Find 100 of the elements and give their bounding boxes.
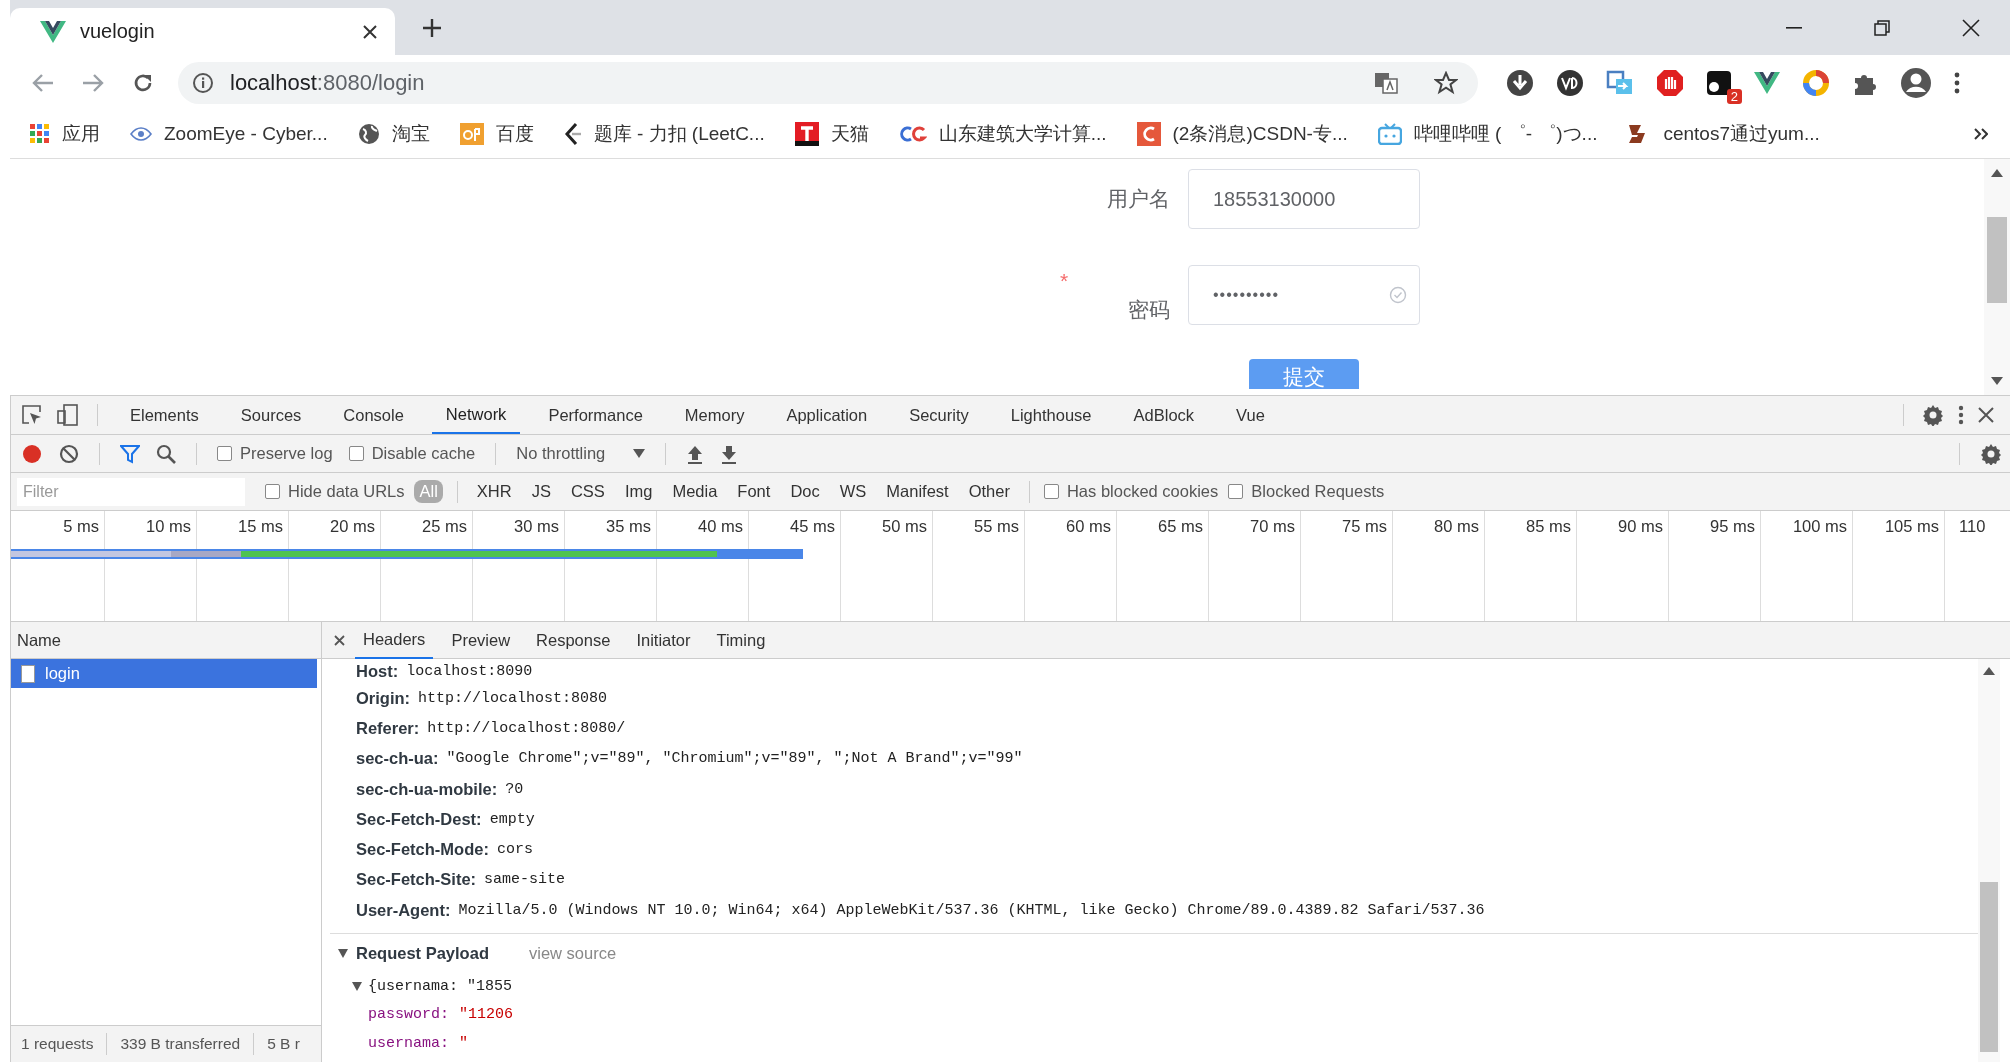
address-bar[interactable]: localhost:8080/login [178, 61, 1478, 104]
devtools-tab[interactable]: Security [895, 396, 983, 434]
minimize-icon[interactable] [1786, 26, 1802, 29]
checkbox[interactable]: Preserve log [217, 444, 333, 463]
detail-tab[interactable]: Initiator [628, 622, 699, 658]
bookmark[interactable]: 淘宝 [357, 121, 430, 147]
overflow-chevron-icon[interactable] [1974, 128, 1988, 140]
filter-field[interactable]: Filter [17, 477, 245, 506]
type-filter[interactable]: Other [963, 480, 1015, 503]
bookmark[interactable]: 山东建筑大学计算... [898, 121, 1107, 147]
scrollbar[interactable] [1984, 159, 2010, 395]
section-toggle[interactable]: Request Payload [338, 943, 489, 963]
translate-icon[interactable] [1374, 71, 1398, 94]
type-filter[interactable]: CSS [565, 480, 610, 503]
devtools-tab[interactable]: AdBlock [1119, 396, 1209, 434]
bookmark[interactable]: 百度 [459, 121, 534, 147]
header-name: User-Agent: [356, 900, 451, 920]
type-filter[interactable]: Img [619, 480, 658, 503]
close-icon[interactable] [334, 634, 345, 646]
more-icon[interactable] [1954, 71, 1960, 94]
bookmark[interactable]: 应用 [30, 121, 100, 147]
detail-tab[interactable]: Timing [708, 622, 774, 658]
download-icon[interactable] [1506, 68, 1534, 97]
devtools-tab[interactable]: Sources [226, 396, 316, 434]
bookmark[interactable]: 哔哩哔哩 ( ゜- ゜)つ... [1377, 121, 1598, 147]
checkbox[interactable]: Has blocked cookies [1043, 482, 1219, 501]
detail-tab[interactable]: Preview [443, 622, 519, 658]
checkbox[interactable]: Hide data URLs [265, 482, 405, 501]
close-icon[interactable] [363, 24, 377, 39]
bookmark[interactable]: centos7通过yum... [1627, 121, 1820, 147]
devtools-tab[interactable]: Vue [1222, 396, 1279, 434]
scroll-down-icon[interactable] [1991, 377, 2003, 385]
settings-icon[interactable] [1980, 442, 2002, 465]
devtools-tab[interactable]: Console [329, 396, 418, 434]
devtools-tab[interactable]: Performance [534, 396, 657, 434]
t-logo-icon [794, 122, 819, 146]
search-icon[interactable] [156, 443, 176, 464]
detail-tab[interactable]: Headers [355, 621, 434, 659]
request-row[interactable]: login [11, 659, 317, 688]
time-tick-label: 80 ms [1434, 517, 1479, 535]
time-tick-label: 105 ms [1884, 517, 1939, 535]
forward-icon[interactable] [82, 72, 104, 93]
bookmark[interactable]: ZoomEye - Cyber... [130, 123, 328, 145]
bookmark[interactable]: 天猫 [794, 121, 869, 147]
type-filter[interactable]: Doc [785, 480, 825, 503]
type-filter[interactable]: JS [526, 480, 556, 503]
type-filter[interactable]: WS [834, 480, 872, 503]
checkbox[interactable]: Disable cache [348, 444, 476, 463]
close-icon[interactable] [1978, 407, 1994, 423]
bookmark[interactable]: (2条消息)CSDN-专... [1136, 121, 1348, 147]
devtools-tab[interactable]: Memory [670, 396, 759, 434]
type-filter[interactable]: Media [667, 480, 723, 503]
star-icon[interactable] [1434, 70, 1458, 95]
grid-icon [30, 124, 50, 144]
payload-summary: {usernama: "1855 [368, 977, 513, 995]
devtools-tab[interactable]: Lighthouse [996, 396, 1106, 434]
browser-tab[interactable]: vuelogin [10, 8, 395, 55]
vd-icon[interactable] [1556, 68, 1584, 97]
status-text: 339 B transferred [120, 1035, 241, 1053]
throttling-dropdown[interactable]: No throttling [516, 444, 646, 463]
more-icon[interactable] [1958, 405, 1964, 425]
header-value: ?0 [505, 780, 524, 798]
time-tick-label: 5 ms [63, 517, 99, 535]
time-tick-label: 85 ms [1526, 517, 1571, 535]
screens-icon[interactable] [1606, 68, 1634, 97]
time-tick-label: 100 ms [1792, 517, 1847, 535]
username-field[interactable]: 18553130000 [1188, 169, 1420, 229]
tab-title: vuelogin [80, 20, 156, 43]
settings-icon[interactable] [1922, 404, 1944, 426]
detail-tab[interactable]: Response [528, 622, 619, 658]
squares-icon[interactable] [1706, 69, 1732, 96]
close-icon[interactable] [1962, 18, 1980, 37]
record-icon[interactable] [21, 442, 43, 465]
type-filter[interactable]: XHR [471, 480, 517, 503]
view-source-link[interactable]: view source [528, 943, 617, 963]
type-filter[interactable]: Manifest [881, 480, 954, 503]
filter-icon[interactable] [120, 443, 140, 464]
scroll-up-icon[interactable] [1983, 667, 1995, 675]
bookmark[interactable]: 题库 - 力扣 (LeetC... [563, 121, 765, 147]
new-tab-icon[interactable] [423, 18, 441, 37]
download-icon[interactable] [720, 443, 739, 464]
scroll-up-icon[interactable] [1991, 169, 2003, 177]
v-logo-icon[interactable] [1754, 71, 1780, 94]
restore-icon[interactable] [1874, 19, 1890, 36]
device-icon[interactable] [57, 404, 79, 426]
clear-icon[interactable] [59, 443, 79, 464]
square-logo-icon [459, 123, 484, 145]
time-tick-label: 15 ms [238, 517, 283, 535]
devtools-tab[interactable]: Elements [116, 396, 213, 434]
inspect-icon[interactable] [21, 404, 43, 426]
checkbox[interactable]: Blocked Requests [1228, 482, 1385, 501]
scrollbar[interactable] [1978, 659, 2000, 1062]
header-name: Sec-Fetch-Mode: [356, 840, 489, 860]
ring-icon[interactable] [1802, 68, 1830, 97]
devtools-tab[interactable]: Application [772, 396, 882, 434]
triangle-icon[interactable] [352, 981, 362, 991]
type-filter[interactable]: Font [732, 480, 776, 503]
password-field[interactable]: •••••••••• [1188, 265, 1420, 325]
avatar-icon[interactable] [1900, 66, 1932, 99]
back-icon[interactable] [32, 72, 54, 93]
